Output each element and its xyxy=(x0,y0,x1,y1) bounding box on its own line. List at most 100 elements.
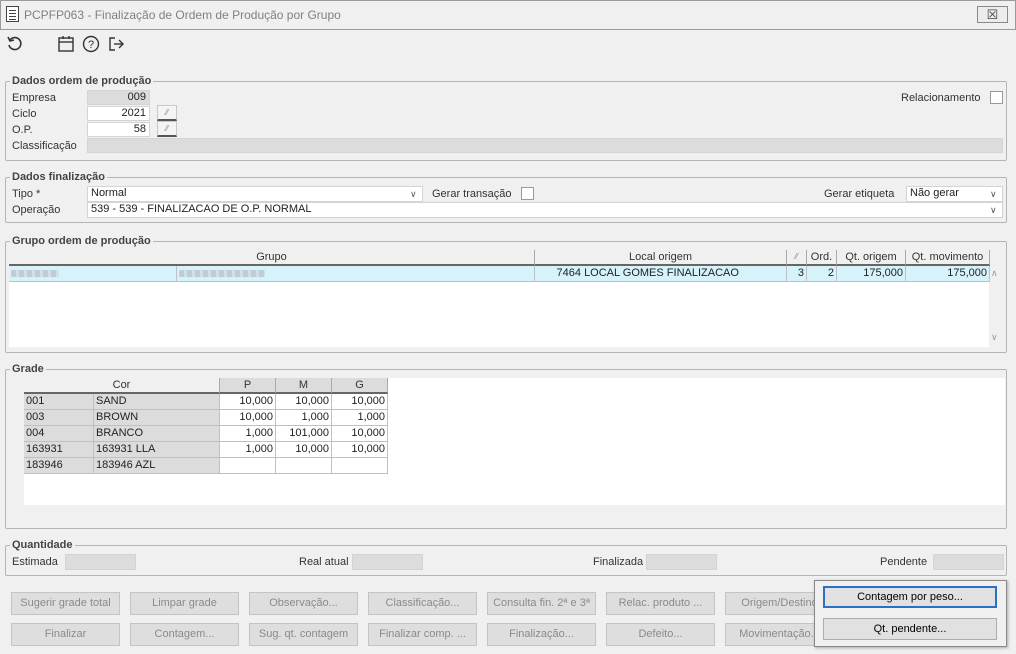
table-row[interactable]: 183946 183946 AZL xyxy=(24,458,388,474)
qty-p-cell[interactable]: 10,000 xyxy=(220,410,276,426)
relacionamento-checkbox[interactable] xyxy=(990,91,1003,104)
refresh-icon[interactable] xyxy=(6,35,24,53)
qty-g-cell[interactable] xyxy=(332,458,388,474)
qty-m-cell[interactable]: 10,000 xyxy=(276,394,332,410)
finalizacao-button[interactable]: Finalização... xyxy=(487,623,596,646)
table-row[interactable]: 163931 163931 LLA 1,000 10,000 10,000 xyxy=(24,442,388,458)
op-field[interactable]: 58 xyxy=(87,122,150,137)
qty-m-cell[interactable]: 10,000 xyxy=(276,442,332,458)
qt-origem-header[interactable]: Qt. origem xyxy=(837,250,906,266)
estimada-field xyxy=(65,554,136,570)
redacted-blur xyxy=(11,270,59,277)
exit-icon[interactable] xyxy=(107,35,125,53)
sugerir-grade-total-button[interactable]: Sugerir grade total xyxy=(11,592,120,615)
finalizar-button[interactable]: Finalizar xyxy=(11,623,120,646)
tipo-chevron-down-icon[interactable]: ∨ xyxy=(410,189,417,200)
scroll-up-icon[interactable]: ∧ xyxy=(991,268,998,279)
cor-code-cell: 163931 xyxy=(24,442,94,458)
operacao-chevron-down-icon[interactable]: ∨ xyxy=(990,205,997,216)
help-icon[interactable]: ? xyxy=(82,35,100,53)
local-name: LOCAL GOMES FINALIZACAO xyxy=(584,267,739,279)
real-atual-field xyxy=(352,554,423,570)
window-title: PCPFP063 - Finalização de Ordem de Produ… xyxy=(24,8,341,22)
grupo-header[interactable]: Grupo xyxy=(9,250,535,266)
gerar-etiqueta-select[interactable]: Não gerar xyxy=(906,186,1003,202)
calendar-icon[interactable] xyxy=(57,35,75,53)
qty-g-cell[interactable]: 1,000 xyxy=(332,410,388,426)
local-origem-header[interactable]: Local origem xyxy=(535,250,787,266)
defeito-button[interactable]: Defeito... xyxy=(606,623,715,646)
empresa-field: 009 xyxy=(87,90,150,105)
size-m-header[interactable]: M xyxy=(276,378,332,394)
table-row[interactable]: 001 SAND 10,000 10,000 10,000 xyxy=(24,394,388,410)
ciclo-field[interactable]: 2021 xyxy=(87,106,150,121)
qty-g-cell[interactable]: 10,000 xyxy=(332,442,388,458)
svg-text:?: ? xyxy=(88,39,94,51)
local-code: 7464 xyxy=(556,267,581,279)
finalizar-comp-button[interactable]: Finalizar comp. ... xyxy=(368,623,477,646)
cor-code-cell: 003 xyxy=(24,410,94,426)
quantidade-legend: Quantidade xyxy=(10,539,75,551)
etiqueta-chevron-down-icon[interactable]: ∨ xyxy=(990,189,997,200)
contagem-por-peso-button[interactable]: Contagem por peso... xyxy=(823,586,997,608)
qty-m-cell[interactable] xyxy=(276,458,332,474)
cor-name-cell: 183946 AZL xyxy=(94,458,220,474)
app-document-icon xyxy=(6,6,19,22)
qt-pendente-button[interactable]: Qt. pendente... xyxy=(823,618,997,640)
gerar-transacao-checkbox[interactable] xyxy=(521,187,534,200)
size-g-header[interactable]: G xyxy=(332,378,388,394)
qty-p-cell[interactable] xyxy=(220,458,276,474)
gerar-transacao-label: Gerar transação xyxy=(432,188,512,200)
qty-m-cell[interactable]: 101,000 xyxy=(276,426,332,442)
qty-p-cell[interactable]: 10,000 xyxy=(220,394,276,410)
qt-movimento-header[interactable]: Qt. movimento xyxy=(906,250,990,266)
dados-fin-legend: Dados finalização xyxy=(10,171,107,183)
grade-legend: Grade xyxy=(10,363,46,375)
ciclo-lookup-button[interactable]: ⁄⁄ xyxy=(157,105,177,121)
table-row[interactable]: 004 BRANCO 1,000 101,000 10,000 xyxy=(24,426,388,442)
quantidade-group xyxy=(5,545,1007,576)
qty-g-cell[interactable]: 10,000 xyxy=(332,426,388,442)
cor-header[interactable]: Cor xyxy=(24,378,220,394)
tipo-label: Tipo * xyxy=(12,188,41,200)
qty-p-cell[interactable]: 1,000 xyxy=(220,426,276,442)
observacao-button[interactable]: Observação... xyxy=(249,592,358,615)
check-cell: 3 xyxy=(787,266,807,282)
table-row[interactable]: 7464 LOCAL GOMES FINALIZACAO 3 2 175,000… xyxy=(9,266,990,282)
estimada-label: Estimada xyxy=(12,556,58,568)
sug-qt-contagem-button[interactable]: Sug. qt. contagem xyxy=(249,623,358,646)
ciclo-label: Ciclo xyxy=(12,108,37,120)
operacao-select[interactable]: 539 - 539 - FINALIZACAO DE O.P. NORMAL xyxy=(87,202,1003,218)
contagem-popup: Contagem por peso... Qt. pendente... xyxy=(814,580,1007,647)
cor-name-cell: SAND xyxy=(94,394,220,410)
check-header[interactable]: ⁄⁄ xyxy=(787,250,807,266)
operacao-label: Operação xyxy=(12,204,61,216)
op-lookup-button[interactable]: ⁄⁄ xyxy=(157,121,177,137)
tipo-value: Normal xyxy=(91,187,127,199)
qt-movimento-cell: 175,000 xyxy=(906,266,990,282)
table-row[interactable]: 003 BROWN 10,000 1,000 1,000 xyxy=(24,410,388,426)
tipo-select[interactable]: Normal xyxy=(87,186,423,202)
relac-produto-button[interactable]: Relac. produto ... xyxy=(606,592,715,615)
consulta-fin-button[interactable]: Consulta fin. 2ª e 3ª xyxy=(487,592,596,615)
dados-op-legend: Dados ordem de produção xyxy=(10,75,154,87)
ord-header[interactable]: Ord. xyxy=(807,250,837,266)
classificacao-button[interactable]: Classificação... xyxy=(368,592,477,615)
scroll-down-icon[interactable]: ∨ xyxy=(991,332,998,343)
size-p-header[interactable]: P xyxy=(220,378,276,394)
ord-cell: 2 xyxy=(807,266,837,282)
grade-rows: 001 SAND 10,000 10,000 10,000 003 BROWN … xyxy=(24,394,388,474)
qty-p-cell[interactable]: 1,000 xyxy=(220,442,276,458)
finalizada-label: Finalizada xyxy=(593,556,644,568)
cor-name-cell: BROWN xyxy=(94,410,220,426)
qty-m-cell[interactable]: 1,000 xyxy=(276,410,332,426)
close-button[interactable]: ☒ xyxy=(977,6,1008,23)
qty-g-cell[interactable]: 10,000 xyxy=(332,394,388,410)
contagem-button[interactable]: Contagem... xyxy=(130,623,239,646)
finalizada-field xyxy=(646,554,717,570)
limpar-grade-button[interactable]: Limpar grade xyxy=(130,592,239,615)
cor-code-cell: 183946 xyxy=(24,458,94,474)
relacionamento-label: Relacionamento xyxy=(901,92,981,104)
classificacao-field xyxy=(87,138,1003,153)
cor-code-cell: 004 xyxy=(24,426,94,442)
